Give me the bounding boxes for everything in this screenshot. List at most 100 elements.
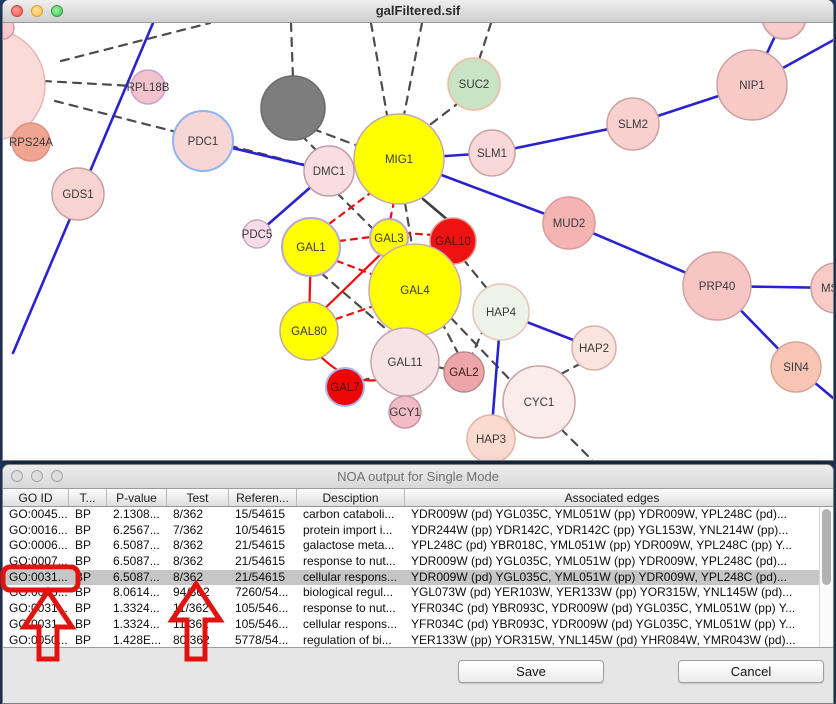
network-edge-dash[interactable] [427,101,461,127]
column-header-go-id[interactable]: GO ID [3,489,69,506]
network-node-msl1[interactable]: MSL1 [811,263,833,313]
node-label: DMC1 [313,166,346,178]
network-edge-dash[interactable] [463,259,489,291]
node-label: MIG1 [385,154,413,166]
network-node-slm1[interactable]: SLM1 [469,130,515,176]
table-cell: 105/546... [229,617,297,633]
node-label: SUC2 [459,79,490,91]
node-label: SLM2 [618,119,648,131]
table-cell: 8/362 [167,507,229,523]
table-cell: 1.3324... [107,617,167,633]
table-row[interactable]: GO:0065...BP8.0614...94/3627260/54...bio… [3,585,819,601]
network-edge-dash[interactable] [291,23,293,79]
network-edge-dash[interactable] [404,23,422,115]
network-node[interactable] [261,76,325,140]
table-cell: GO:0065... [3,585,69,601]
table-row[interactable]: GO:0045...BP2.1308...8/36215/54615carbon… [3,507,819,523]
save-button[interactable]: Save [458,660,604,683]
network-node-rpl18b[interactable]: RPL18B [127,70,170,104]
table-cell: 5778/54... [229,633,297,649]
vertical-scrollbar[interactable] [819,507,833,647]
table-cell: 15/54615 [229,507,297,523]
column-header-associated-edges[interactable]: Associated edges [405,489,819,506]
table-cell: regulation of bi... [297,633,405,649]
table-cell: GO:0050... [3,633,69,649]
column-header-test[interactable]: Test [167,489,229,506]
column-header-t[interactable]: T... [69,489,107,506]
network-window-titlebar[interactable]: galFiltered.sif [3,0,833,23]
network-node-mig1[interactable]: MIG1 [354,114,444,204]
table-cell: GO:0006... [3,538,69,554]
network-canvas[interactable]: RPL18BRPS24AGDS1PDC1DMC1MIG1SUC2SLM1SLM2… [3,23,833,460]
node-label: GAL3 [374,233,403,245]
network-node-hap4[interactable]: HAP4 [473,284,529,340]
table-row[interactable]: GO:0050...BP1.428E...80/3625778/54...reg… [3,633,819,649]
noa-window-titlebar[interactable]: NOA output for Single Mode [3,465,833,489]
node-label: SLM1 [477,148,507,160]
table-row[interactable]: GO:0006...BP6.5087...8/36221/54615galact… [3,538,819,554]
network-node-gal2[interactable]: GAL2 [444,352,484,392]
table-cell: YGL073W (pd) YER103W, YER133W (pp) YOR31… [405,585,819,601]
table-cell: carbon cataboli... [297,507,405,523]
table-header: GO IDT...P-valueTestReferen...Desciption… [3,489,833,507]
column-header-p-value[interactable]: P-value [107,489,167,506]
table-row[interactable]: GO:0007...BP6.5087...8/36221/54615respon… [3,554,819,570]
node-label: RPL18B [127,82,170,94]
network-node-gcy1[interactable]: GCY1 [389,396,421,428]
table-cell: response to nut... [297,601,405,617]
table-row[interactable]: GO:0016...BP6.2567...7/36210/54615protei… [3,523,819,539]
network-node-gal11[interactable]: GAL11 [371,328,439,396]
network-edge-dash[interactable] [313,129,361,147]
table-row[interactable]: GO:0031...BP1.3324...11/362105/546...res… [3,601,819,617]
network-node-hap2[interactable]: HAP2 [572,326,616,370]
table-row[interactable]: GO:0031...BP1.3324...11/362105/546...cel… [3,617,819,633]
network-node-hap3[interactable]: HAP3 [467,415,515,460]
node-label: PDC5 [242,229,273,241]
network-node-gal80[interactable]: GAL80 [280,302,338,360]
table-cell: BP [69,554,107,570]
network-node-slm2[interactable]: SLM2 [607,98,659,150]
table-cell: YDR244W (pp) YDR142C, YDR142C (pp) YGL15… [405,523,819,539]
table-cell: 11/362 [167,617,229,633]
network-node-gds1[interactable]: GDS1 [52,168,104,220]
network-edge-dash[interactable] [479,23,491,60]
network-node[interactable] [762,23,806,39]
network-node-sin4[interactable]: SIN4 [771,342,821,392]
table-cell: 11/362 [167,601,229,617]
network-edge-dash[interactable] [61,23,210,61]
table-cell: GO:0007... [3,554,69,570]
table-cell: 21/54615 [229,570,297,586]
window-title: galFiltered.sif [3,0,833,22]
network-node-dmc1[interactable]: DMC1 [304,146,354,196]
network-edge-reddash[interactable] [339,237,371,241]
node-label: GDS1 [62,189,93,201]
node-label: GAL1 [296,242,325,254]
column-header-desciption[interactable]: Desciption [297,489,405,506]
network-edge-dash[interactable] [43,81,133,86]
table-cell: GO:0031... [3,601,69,617]
network-node-pdc1[interactable]: PDC1 [173,111,233,171]
network-edge-dash[interactable] [561,429,593,460]
network-node-pdc5[interactable]: PDC5 [242,220,273,248]
network-edge-dark[interactable] [423,199,449,221]
node-label: GAL4 [400,285,430,297]
node-label: HAP4 [486,307,517,319]
table-cell: 1.3324... [107,601,167,617]
network-node-cyc1[interactable]: CYC1 [503,366,575,438]
table-cell: 21/54615 [229,554,297,570]
network-node-nip1[interactable]: NIP1 [717,50,787,120]
button-panel: Save Cancel [3,648,833,696]
network-node-prp40[interactable]: PRP40 [683,252,751,320]
network-node-suc2[interactable]: SUC2 [448,58,500,110]
noa-output-window: NOA output for Single Mode GO IDT...P-va… [2,464,834,704]
network-edge-reddash[interactable] [336,307,371,319]
network-node-gal1[interactable]: GAL1 [282,218,340,276]
scrollbar-thumb[interactable] [822,509,831,585]
column-header-referen[interactable]: Referen... [229,489,297,506]
network-edge-dash[interactable] [371,23,387,115]
network-node-gal4[interactable]: GAL4 [369,244,461,336]
network-node-gal7[interactable]: GAL7 [326,368,364,406]
cancel-button[interactable]: Cancel [678,660,824,683]
table-row[interactable]: GO:0031...BP6.5087...8/36221/54615cellul… [3,570,819,586]
network-node-mud2[interactable]: MUD2 [543,197,595,249]
